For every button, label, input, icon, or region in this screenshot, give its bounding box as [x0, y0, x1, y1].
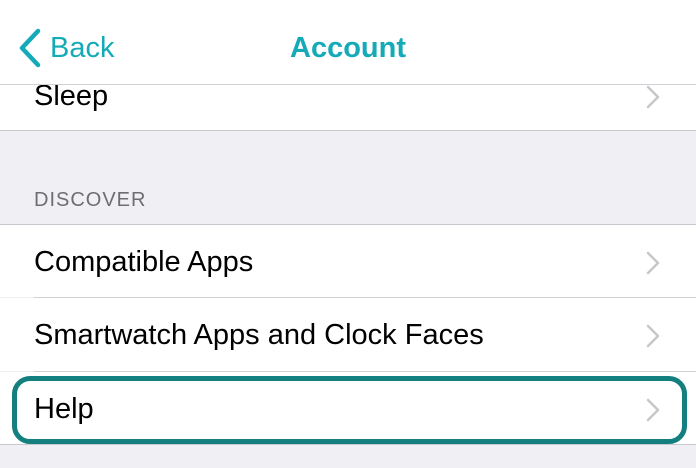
list-item-compatible-apps[interactable]: Compatible Apps: [0, 225, 696, 297]
chevron-right-icon: [646, 85, 660, 109]
page-title: Account: [290, 32, 406, 64]
list-item-help[interactable]: Help: [0, 372, 696, 444]
list-item-label: Compatible Apps: [34, 246, 254, 278]
section-divider: [0, 130, 696, 131]
section-header-discover: DISCOVER: [34, 189, 147, 211]
section-divider: [0, 444, 696, 445]
list-item-smartwatch-apps[interactable]: Smartwatch Apps and Clock Faces: [0, 298, 696, 371]
chevron-right-icon: [646, 398, 660, 422]
list-item-label: Help: [34, 393, 94, 425]
chevron-right-icon: [646, 251, 660, 275]
navigation-bar: Back Account: [0, 0, 696, 85]
chevron-right-icon: [646, 324, 660, 348]
list-item-label: Smartwatch Apps and Clock Faces: [34, 319, 484, 351]
